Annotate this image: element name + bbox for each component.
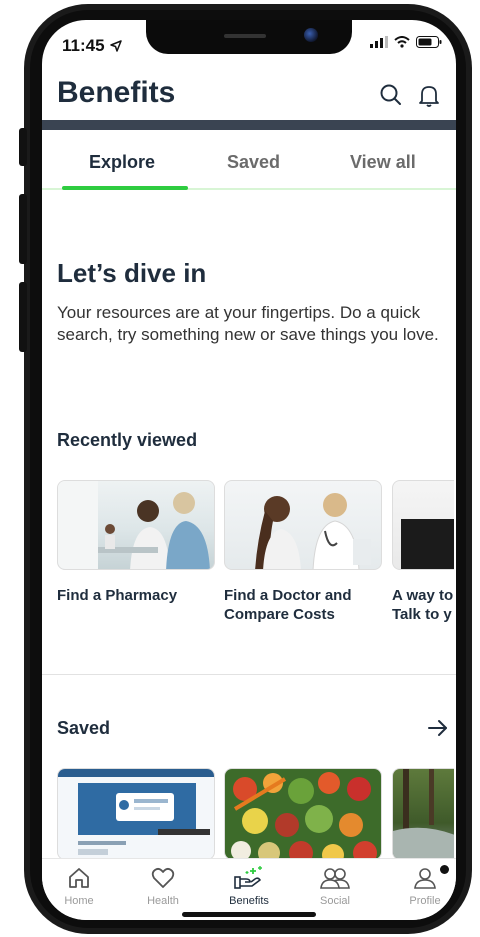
third-card-photo — [392, 480, 454, 570]
signal-icon — [370, 36, 388, 48]
home-indicator — [182, 912, 316, 917]
card-label-third: A way to Talk to y — [392, 587, 454, 623]
search-icon[interactable] — [378, 82, 404, 108]
card-label-pharmacy: Find a Pharmacy — [57, 587, 178, 604]
tab-active-indicator — [62, 186, 188, 190]
wifi-icon — [394, 36, 410, 48]
saved-card-forest[interactable] — [392, 768, 454, 860]
nav-label-home: Home — [64, 895, 94, 907]
saved-card-website-screenshot[interactable] — [57, 768, 215, 860]
notification-dot — [440, 865, 449, 874]
heart-icon — [151, 867, 175, 888]
doctor-photo — [224, 480, 382, 570]
speaker-grille — [224, 34, 266, 38]
recently-viewed-carousel[interactable]: Find a Pharmacy Find a Doctor and Compar… — [57, 480, 456, 640]
recently-viewed-title: Recently viewed — [57, 430, 198, 450]
bell-icon[interactable] — [416, 82, 442, 108]
saved-card-1-illustration — [58, 769, 214, 855]
nav-profile[interactable]: Profile — [390, 865, 456, 907]
nav-benefits[interactable]: Benefits — [214, 865, 284, 907]
front-camera — [304, 28, 318, 42]
status-time: 11:45 — [62, 36, 105, 55]
nav-health[interactable]: Health — [128, 865, 198, 907]
card-label-doctor: Find a Doctor and Compare Costs — [224, 587, 352, 623]
tab-explore[interactable]: Explore — [89, 152, 155, 173]
intro-text: Your resources are at your fingertips. D… — [57, 303, 439, 344]
doctor-photo-illustration — [255, 493, 371, 569]
intro-heading: Let’s dive in — [57, 258, 207, 288]
nav-home[interactable]: Home — [44, 865, 114, 907]
nav-label-profile: Profile — [409, 895, 441, 907]
app-header: Benefits — [42, 70, 456, 122]
profile-icon — [414, 868, 436, 889]
tab-saved[interactable]: Saved — [227, 152, 280, 173]
tab-view-all[interactable]: View all — [350, 152, 416, 173]
app-screen: 11:45 Benefits Explore Saved View all Le… — [42, 20, 456, 920]
saved-card-2-illustration — [231, 772, 377, 859]
home-icon — [69, 868, 89, 888]
third-card-illustration — [401, 519, 454, 569]
nav-social[interactable]: Social — [300, 865, 370, 907]
saved-card-3-illustration — [393, 769, 454, 859]
location-arrow-icon — [110, 40, 122, 52]
side-button-volume-up — [19, 194, 27, 264]
saved-card-vegetables[interactable] — [224, 768, 382, 860]
bottom-nav: Home Health Benefits Social Profile — [42, 858, 456, 920]
pharmacy-photo — [57, 480, 215, 570]
page-title: Benefits — [57, 76, 176, 109]
side-button-volume-down — [19, 282, 27, 352]
nav-label-health: Health — [147, 895, 179, 907]
header-divider-bar — [42, 120, 456, 130]
section-divider — [42, 674, 456, 675]
saved-title: Saved — [57, 718, 111, 738]
battery-icon — [416, 36, 442, 48]
phone-notch — [146, 20, 352, 54]
pharmacy-photo-illustration — [58, 481, 210, 569]
side-button-mute — [19, 128, 27, 166]
arrow-right-icon[interactable] — [426, 716, 450, 740]
people-icon — [320, 868, 350, 889]
nav-label-benefits: Benefits — [229, 895, 269, 907]
nav-label-social: Social — [320, 895, 350, 907]
benefits-hand-icon — [234, 866, 262, 889]
tab-bar: Explore Saved View all — [42, 140, 456, 192]
